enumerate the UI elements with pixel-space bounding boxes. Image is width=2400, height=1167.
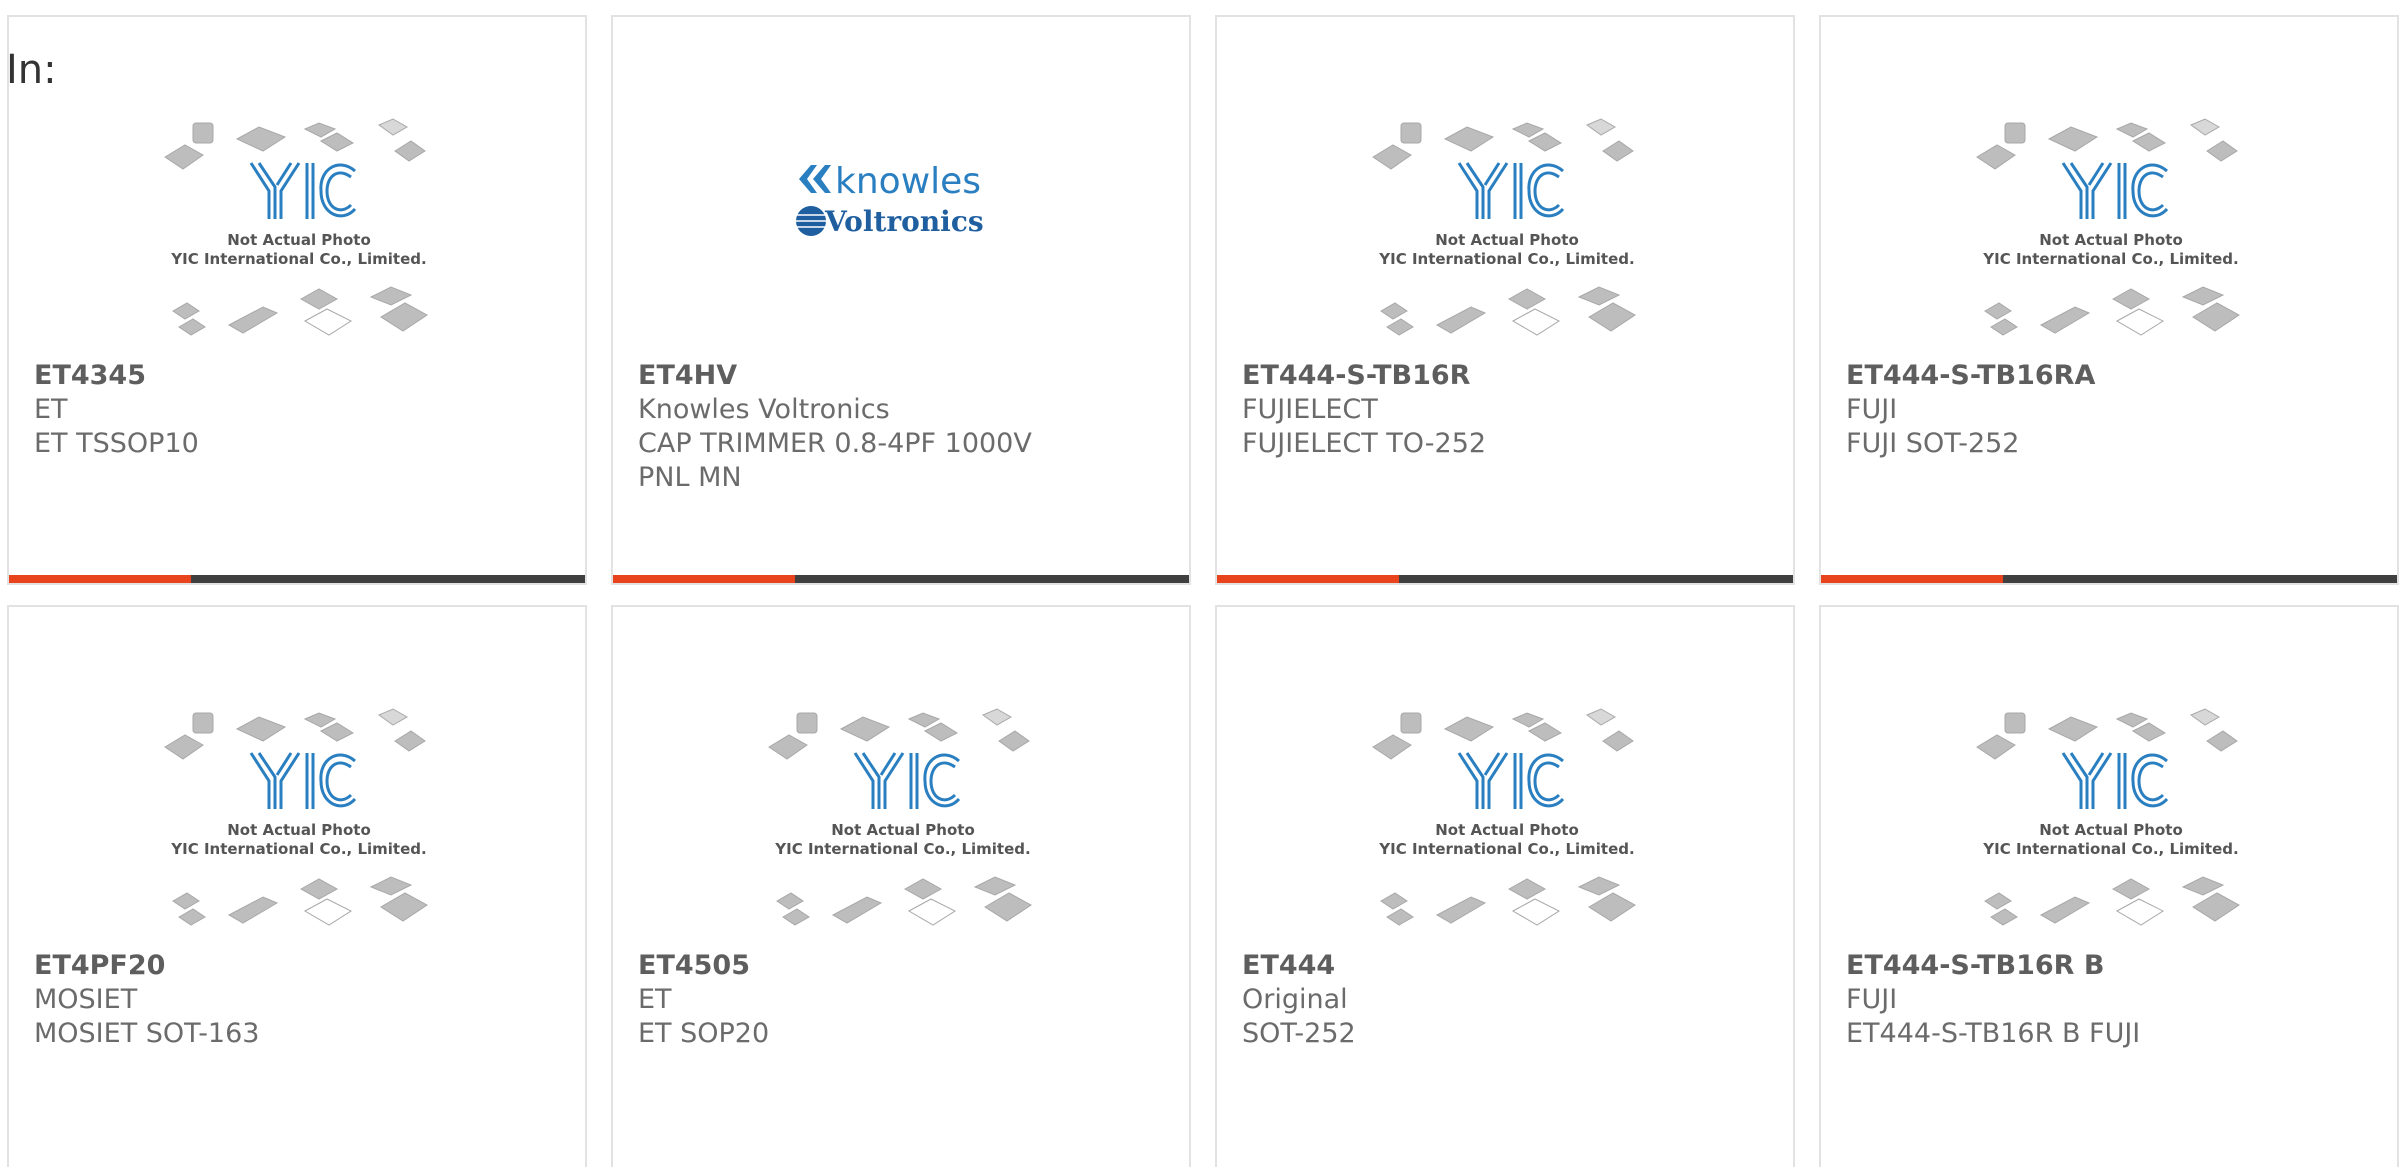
description: ET SOP20 [638,1018,770,1049]
accent-segment [9,575,191,583]
placeholder-caption-line2: YIC International Co., Limited. [1982,840,2238,858]
product-card[interactable]: Not Actual Photo YIC International Co., … [611,605,1191,1167]
product-image-placeholder[interactable]: Not Actual Photo YIC International Co., … [1971,689,2251,934]
yic-placeholder-image: Not Actual Photo YIC International Co., … [1372,118,1636,336]
part-number[interactable]: ET4505 [638,949,1169,983]
product-info: ET444-S-TB16R FUJIELECT FUJIELECT TO-252 [1242,359,1773,461]
accent-segment [1217,575,1399,583]
product-card[interactable]: Not Actual Photo YIC International Co., … [7,605,587,1167]
placeholder-caption-line2: YIC International Co., Limited. [1378,840,1634,858]
product-info: ET4HV Knowles Voltronics CAP TRIMMER 0.8… [638,359,1169,495]
brand-logo-image[interactable]: knowles Voltronics [763,99,1043,344]
manufacturer: FUJI [1846,984,1898,1015]
placeholder-caption-line2: YIC International Co., Limited. [1378,250,1634,268]
product-card[interactable]: Not Actual Photo YIC International Co., … [7,15,587,585]
description-cont: PNL MN [638,462,742,493]
part-number[interactable]: ET4HV [638,359,1169,393]
description: SOT-252 [1242,1018,1356,1049]
product-card[interactable]: Not Actual Photo YIC International Co., … [1819,605,2399,1167]
yic-placeholder-image: Not Actual Photo YIC International Co., … [1372,708,1636,926]
placeholder-caption-line2: YIC International Co., Limited. [170,250,426,268]
description: FUJIELECT TO-252 [1242,428,1487,459]
product-info: ET444 Original SOT-252 [1242,949,1773,1051]
accent-segment [613,575,795,583]
product-info: ET4345 ET ET TSSOP10 [34,359,565,461]
part-number[interactable]: ET444 [1242,949,1773,983]
product-grid-page: In: Not Actual Photo YIC International C… [0,0,2400,1167]
manufacturer: MOSIET [34,984,138,1015]
knowles-logo-text: knowles [835,161,981,202]
card-accent-bar [613,575,1189,583]
product-image-placeholder[interactable]: Not Actual Photo YIC International Co., … [1971,99,2251,344]
description: MOSIET SOT-163 [34,1018,260,1049]
description: FUJI SOT-252 [1846,428,2020,459]
voltronics-logo-text: Voltronics [824,205,984,238]
manufacturer: ET [638,984,672,1015]
placeholder-caption-line2: YIC International Co., Limited. [170,840,426,858]
manufacturer: FUJIELECT [1242,394,1378,425]
yic-placeholder-image: Not Actual Photo YIC International Co., … [1976,118,2240,336]
manufacturer: Knowles Voltronics [638,394,890,425]
product-grid: Not Actual Photo YIC International Co., … [7,15,2399,1167]
part-number[interactable]: ET4345 [34,359,565,393]
in-label: In: [6,47,57,93]
product-info: ET4505 ET ET SOP20 [638,949,1169,1051]
manufacturer: FUJI [1846,394,1898,425]
placeholder-caption-line1: Not Actual Photo [1435,821,1579,839]
placeholder-caption-line1: Not Actual Photo [2039,231,2183,249]
placeholder-caption-line1: Not Actual Photo [227,821,371,839]
part-number[interactable]: ET444-S-TB16R B [1846,949,2377,983]
yic-placeholder-image: Not Actual Photo YIC International Co., … [768,708,1032,926]
part-number[interactable]: ET4PF20 [34,949,565,983]
product-info: ET444-S-TB16R B FUJI ET444-S-TB16R B FUJ… [1846,949,2377,1051]
placeholder-caption-line1: Not Actual Photo [1435,231,1579,249]
product-image-placeholder[interactable]: Not Actual Photo YIC International Co., … [763,689,1043,934]
product-card[interactable]: knowles Voltronics ET4HV Knowles Voltron… [611,15,1191,585]
yic-placeholder-image: Not Actual Photo YIC International Co., … [164,708,428,926]
placeholder-caption-line1: Not Actual Photo [831,821,975,839]
yic-placeholder-image: Not Actual Photo YIC International Co., … [1976,708,2240,926]
accent-segment [1821,575,2003,583]
part-number[interactable]: ET444-S-TB16R [1242,359,1773,393]
product-image-placeholder[interactable]: Not Actual Photo YIC International Co., … [159,689,439,934]
manufacturer: ET [34,394,68,425]
knowles-voltronics-logo: knowles Voltronics [796,161,984,238]
manufacturer: Original [1242,984,1348,1015]
part-number[interactable]: ET444-S-TB16RA [1846,359,2377,393]
card-accent-bar [9,575,585,583]
product-image-placeholder[interactable]: Not Actual Photo YIC International Co., … [1367,689,1647,934]
placeholder-caption-line2: YIC International Co., Limited. [774,840,1030,858]
description: CAP TRIMMER 0.8-4PF 1000V [638,428,1032,459]
placeholder-caption-line2: YIC International Co., Limited. [1982,250,2238,268]
yic-placeholder-image: Not Actual Photo YIC International Co., … [164,118,428,336]
product-card[interactable]: Not Actual Photo YIC International Co., … [1215,605,1795,1167]
description: ET444-S-TB16R B FUJI [1846,1018,2141,1049]
placeholder-caption-line1: Not Actual Photo [2039,821,2183,839]
product-image-placeholder[interactable]: Not Actual Photo YIC International Co., … [159,99,439,344]
product-info: ET4PF20 MOSIET MOSIET SOT-163 [34,949,565,1051]
placeholder-caption-line1: Not Actual Photo [227,231,371,249]
card-accent-bar [1821,575,2397,583]
card-accent-bar [1217,575,1793,583]
description: ET TSSOP10 [34,428,199,459]
product-info: ET444-S-TB16RA FUJI FUJI SOT-252 [1846,359,2377,461]
product-card[interactable]: Not Actual Photo YIC International Co., … [1819,15,2399,585]
product-card[interactable]: Not Actual Photo YIC International Co., … [1215,15,1795,585]
product-image-placeholder[interactable]: Not Actual Photo YIC International Co., … [1367,99,1647,344]
